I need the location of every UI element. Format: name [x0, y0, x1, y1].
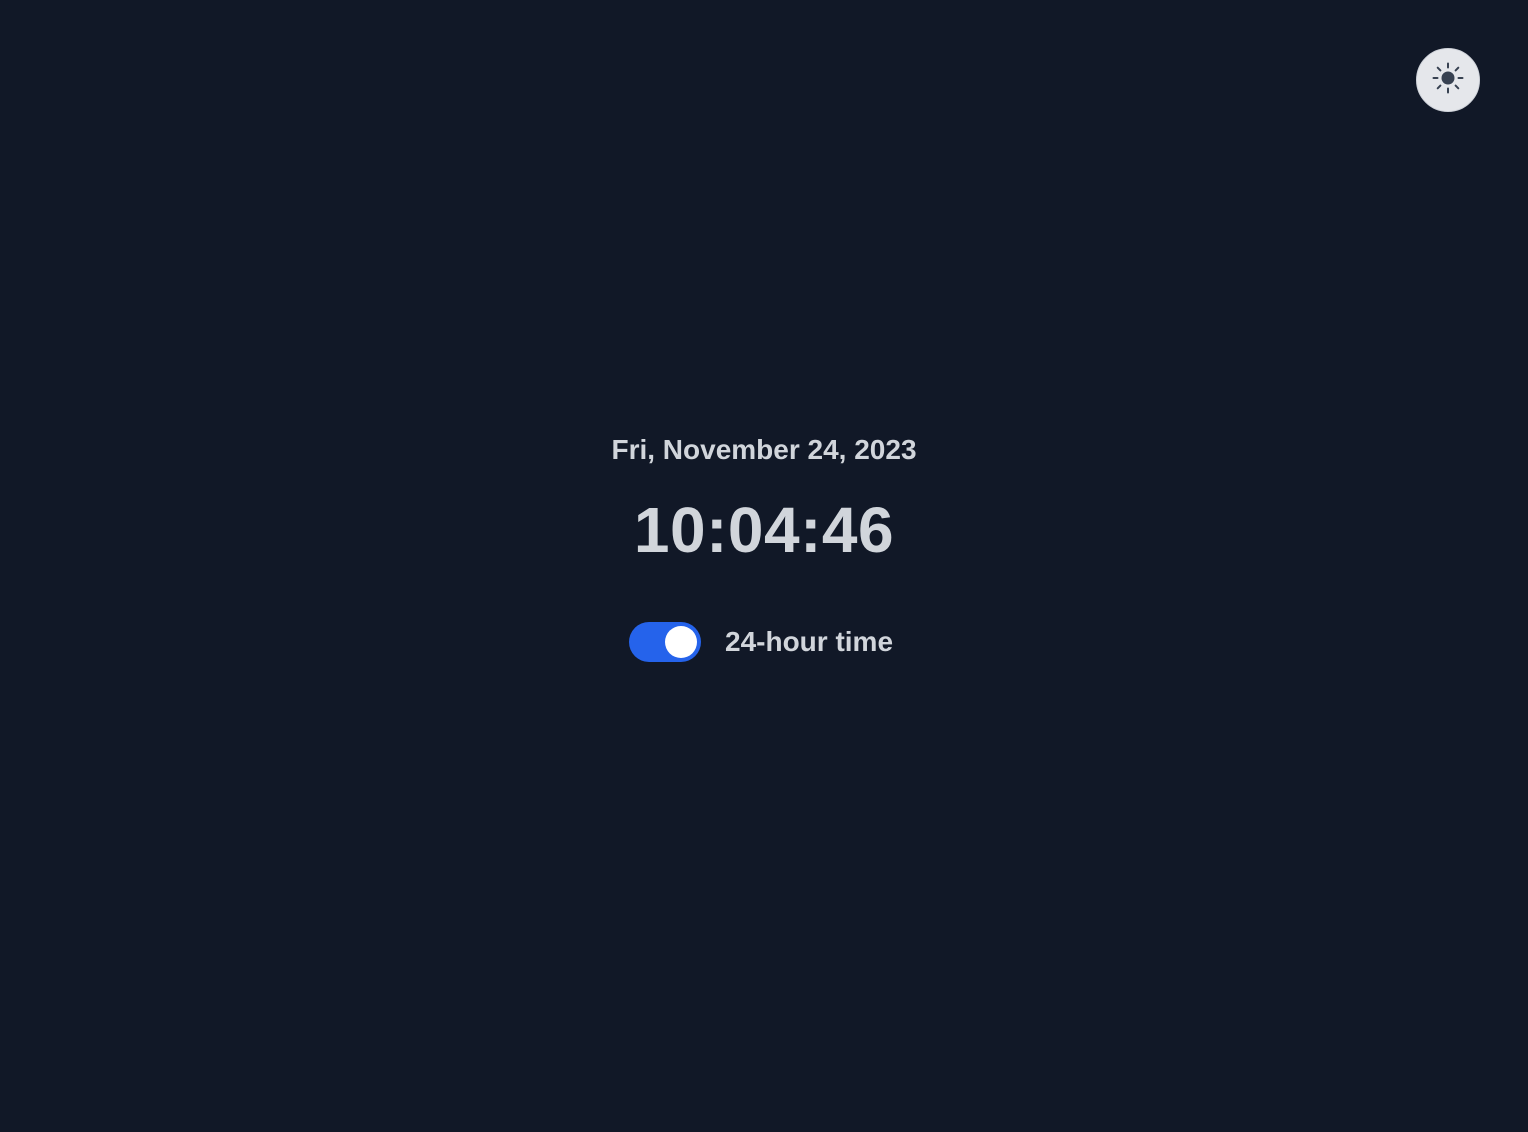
current-time: 10:04:46 [633, 494, 895, 566]
clock-panel: Fri, November 24, 2023 10:04:46 24-hour … [0, 0, 1528, 1132]
current-date: Fri, November 24, 2023 [611, 434, 917, 465]
24-hour-toggle-switch[interactable] [629, 622, 701, 662]
toggle-knob [665, 626, 697, 658]
hour-format-setting: 24-hour time [629, 622, 893, 662]
24-hour-toggle-label[interactable]: 24-hour time [725, 622, 893, 662]
